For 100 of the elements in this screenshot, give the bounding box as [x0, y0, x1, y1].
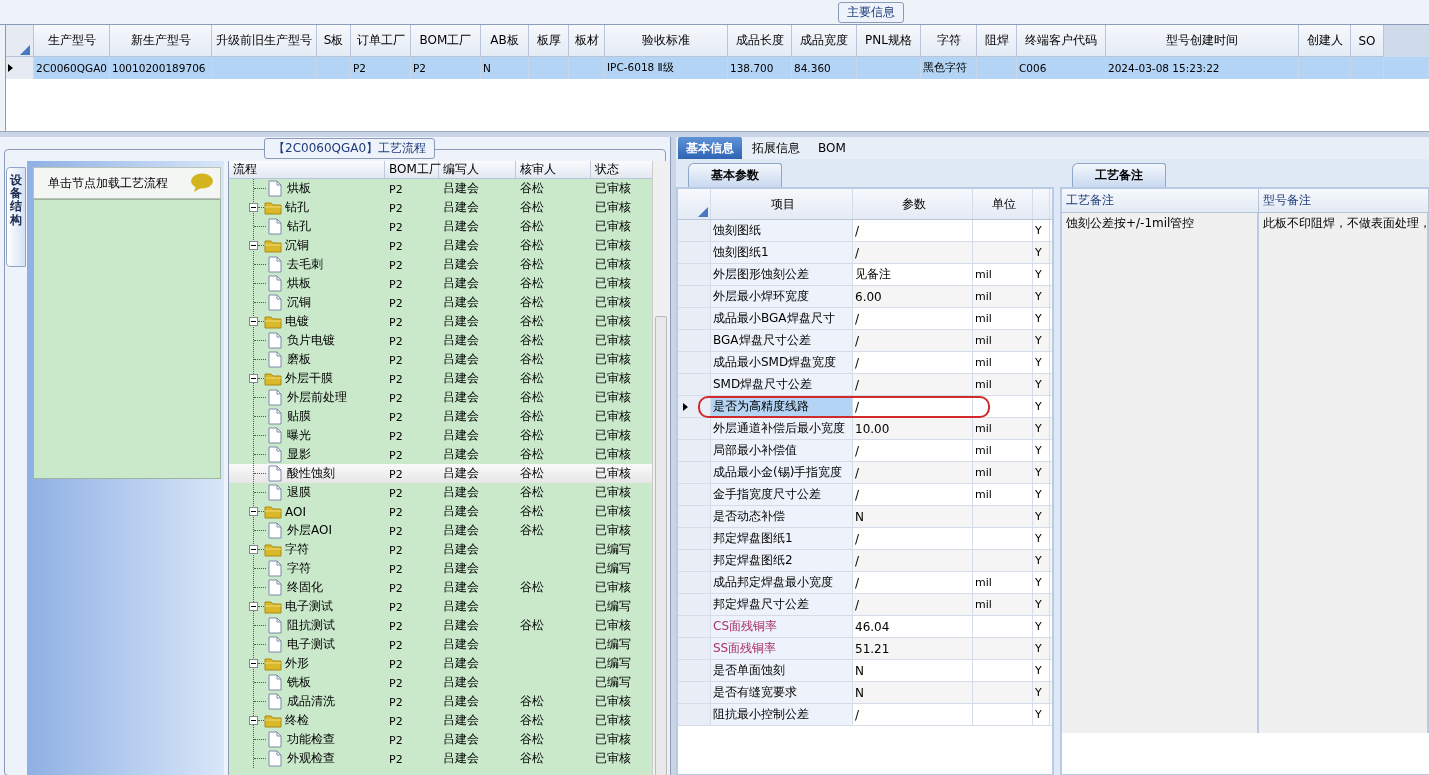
- column-header[interactable]: 工艺备注: [1062, 189, 1259, 212]
- table-row[interactable]: 是否为高精度线路 / Y: [678, 396, 1052, 418]
- column-header[interactable]: 型号备注: [1259, 189, 1429, 212]
- tree-item[interactable]: 去毛刺: [287, 256, 323, 273]
- tab[interactable]: 基本信息: [678, 137, 742, 159]
- collapse-toggle-icon[interactable]: [249, 507, 258, 516]
- table-row[interactable]: 邦定焊盘图纸1 / Y: [678, 528, 1052, 550]
- column-header[interactable]: 阻焊: [977, 25, 1017, 57]
- table-row[interactable]: 成品最小金(锡)手指宽度 / mil Y: [678, 462, 1052, 484]
- tree-row[interactable]: 烘板 P2 吕建会 谷松 已审核: [229, 179, 652, 198]
- column-header[interactable]: BOM工厂: [411, 25, 481, 57]
- column-header[interactable]: 板厚: [529, 25, 569, 57]
- table-row[interactable]: 是否单面蚀刻 N Y: [678, 660, 1052, 682]
- table-row[interactable]: 蚀刻图纸1 / Y: [678, 242, 1052, 264]
- column-header[interactable]: 字符: [921, 25, 977, 57]
- column-header[interactable]: 参数: [853, 189, 973, 219]
- column-header[interactable]: 创建人: [1299, 25, 1351, 57]
- tree-row[interactable]: 字符 P2 吕建会 已编写: [229, 540, 652, 559]
- panel-tab[interactable]: 工艺备注: [1072, 163, 1166, 187]
- tree-item[interactable]: 钻孔: [287, 218, 311, 235]
- table-row[interactable]: 外层图形蚀刻公差 见备注 mil Y: [678, 264, 1052, 286]
- column-header[interactable]: 新生产型号: [110, 25, 212, 57]
- tree-item[interactable]: 成品清洗: [287, 693, 335, 710]
- tree-row[interactable]: 电子测试 P2 吕建会 已编写: [229, 635, 652, 654]
- table-row[interactable]: 邦定焊盘图纸2 / Y: [678, 550, 1052, 572]
- tree-item[interactable]: 功能检查: [287, 731, 335, 748]
- column-header[interactable]: SO: [1351, 25, 1384, 57]
- tree-item[interactable]: 沉铜: [287, 294, 311, 311]
- scrollbar[interactable]: [652, 161, 669, 775]
- collapse-toggle-icon[interactable]: [249, 716, 258, 725]
- table-row[interactable]: 成品邦定焊盘最小宽度 / mil Y: [678, 572, 1052, 594]
- table-row[interactable]: 是否动态补偿 N Y: [678, 506, 1052, 528]
- hint-panel[interactable]: 单击节点加载工艺流程: [33, 167, 221, 199]
- tree-row[interactable]: 去毛刺 P2 吕建会 谷松 已审核: [229, 255, 652, 274]
- tree-item[interactable]: 显影: [287, 446, 311, 463]
- column-header[interactable]: 成品宽度: [792, 25, 857, 57]
- tree-item[interactable]: 钻孔: [285, 199, 309, 216]
- column-header[interactable]: S板: [317, 25, 351, 57]
- collapse-toggle-icon[interactable]: [249, 659, 258, 668]
- tree-row[interactable]: 贴膜 P2 吕建会 谷松 已审核: [229, 407, 652, 426]
- tree-item[interactable]: 阻抗测试: [287, 617, 335, 634]
- tree-item[interactable]: 烘板: [287, 180, 311, 197]
- column-header[interactable]: PNL规格: [857, 25, 921, 57]
- tree-row[interactable]: 外观检查 P2 吕建会 谷松 已审核: [229, 749, 652, 768]
- tree-row[interactable]: 电镀 P2 吕建会 谷松 已审核: [229, 312, 652, 331]
- tree-row[interactable]: 烘板 P2 吕建会 谷松 已审核: [229, 274, 652, 293]
- tree-item[interactable]: 外层干膜: [285, 370, 333, 387]
- tree-row[interactable]: 终固化 P2 吕建会 谷松 已审核: [229, 578, 652, 597]
- collapse-toggle-icon[interactable]: [249, 203, 258, 212]
- tree-row[interactable]: 终检 P2 吕建会 谷松 已审核: [229, 711, 652, 730]
- table-row[interactable]: 成品最小BGA焊盘尺寸 / mil Y: [678, 308, 1052, 330]
- side-tab[interactable]: 设备结构: [6, 167, 26, 267]
- collapse-toggle-icon[interactable]: [249, 374, 258, 383]
- table-row[interactable]: 2C0060QGA0 10010200189706 P2 P2 N IPC-6018 Ⅱ级 138.700 84.360 黑色字符 C006 2024-03-08 15:23:22: [6, 57, 1429, 79]
- collapse-toggle-icon[interactable]: [249, 602, 258, 611]
- column-header[interactable]: 验收标准: [605, 25, 728, 57]
- collapse-toggle-icon[interactable]: [249, 241, 258, 250]
- tree-row[interactable]: 阻抗测试 P2 吕建会 谷松 已审核: [229, 616, 652, 635]
- tree-item[interactable]: 外观检查: [287, 750, 335, 767]
- column-header[interactable]: 板材: [569, 25, 605, 57]
- table-row[interactable]: CS面残铜率 46.04 Y: [678, 616, 1052, 638]
- tree-item[interactable]: 外层AOI: [287, 522, 332, 539]
- column-header[interactable]: 订单工厂: [351, 25, 411, 57]
- tree-row[interactable]: 退膜 P2 吕建会 谷松 已审核: [229, 483, 652, 502]
- tree-item[interactable]: AOI: [285, 504, 306, 519]
- tree-row[interactable]: 字符 P2 吕建会 已编写: [229, 559, 652, 578]
- column-header[interactable]: 成品长度: [728, 25, 792, 57]
- collapse-toggle-icon[interactable]: [249, 545, 258, 554]
- tree-row[interactable]: 电子测试 P2 吕建会 已编写: [229, 597, 652, 616]
- table-row[interactable]: SMD焊盘尺寸公差 / mil Y: [678, 374, 1052, 396]
- tree-row[interactable]: 钻孔 P2 吕建会 谷松 已审核: [229, 217, 652, 236]
- tree-item[interactable]: 磨板: [287, 351, 311, 368]
- panel-tab[interactable]: 基本参数: [688, 163, 782, 187]
- tree-row[interactable]: 成品清洗 P2 吕建会 谷松 已审核: [229, 692, 652, 711]
- table-row[interactable]: 邦定焊盘尺寸公差 / mil Y: [678, 594, 1052, 616]
- tree-row[interactable]: 沉铜 P2 吕建会 谷松 已审核: [229, 236, 652, 255]
- tree-item[interactable]: 字符: [285, 541, 309, 558]
- tree-row[interactable]: 外层前处理 P2 吕建会 谷松 已审核: [229, 388, 652, 407]
- tree-row[interactable]: 功能检查 P2 吕建会 谷松 已审核: [229, 730, 652, 749]
- table-row[interactable]: 是否有缝宽要求 N Y: [678, 682, 1052, 704]
- table-row[interactable]: 金手指宽度尺寸公差 / mil Y: [678, 484, 1052, 506]
- tab[interactable]: BOM: [810, 137, 854, 159]
- column-header[interactable]: 生产型号: [34, 25, 110, 57]
- tree-row[interactable]: 外层干膜 P2 吕建会 谷松 已审核: [229, 369, 652, 388]
- tree-row[interactable]: 显影 P2 吕建会 谷松 已审核: [229, 445, 652, 464]
- tree-item[interactable]: 退膜: [287, 484, 311, 501]
- tree-item[interactable]: 铣板: [287, 674, 311, 691]
- collapse-toggle-icon[interactable]: [249, 317, 258, 326]
- column-header[interactable]: 流程: [229, 161, 385, 178]
- tree-row[interactable]: 负片电镀 P2 吕建会 谷松 已审核: [229, 331, 652, 350]
- tree-item[interactable]: 外层前处理: [287, 389, 347, 406]
- tree-item[interactable]: 终固化: [287, 579, 323, 596]
- table-row[interactable]: SS面残铜率 51.21 Y: [678, 638, 1052, 660]
- column-header[interactable]: BOM工厂: [385, 161, 439, 178]
- tab[interactable]: 拓展信息: [744, 137, 808, 159]
- tree-row[interactable]: 外层AOI P2 吕建会 谷松 已审核: [229, 521, 652, 540]
- table-row[interactable]: 蚀刻图纸 / Y: [678, 220, 1052, 242]
- table-row[interactable]: 外层通道补偿后最小宽度 10.00 mil Y: [678, 418, 1052, 440]
- table-row[interactable]: 阻抗最小控制公差 / Y: [678, 704, 1052, 726]
- tree-row[interactable]: AOI P2 吕建会 谷松 已审核: [229, 502, 652, 521]
